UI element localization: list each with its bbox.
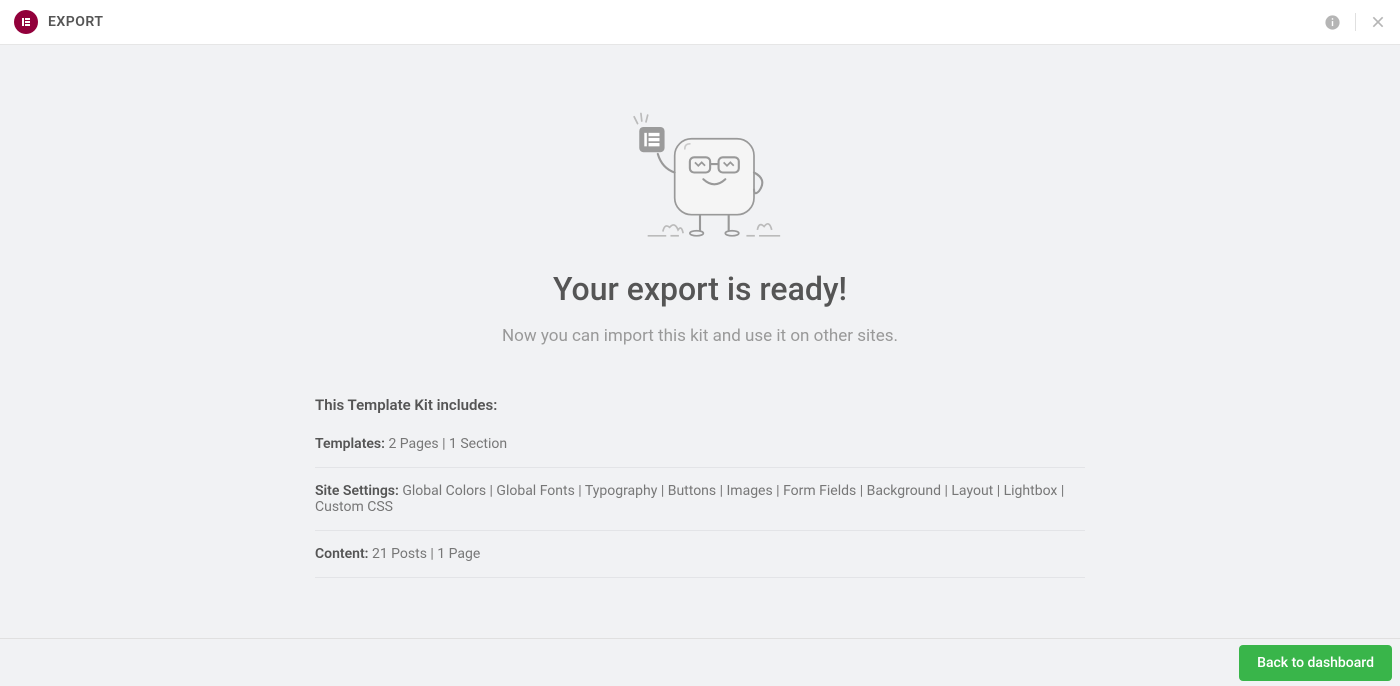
footer-bar: Back to dashboard	[0, 638, 1400, 686]
includes-value: Global Colors | Global Fonts | Typograph…	[315, 483, 1064, 515]
includes-section: This Template Kit includes: Templates: 2…	[315, 396, 1085, 578]
includes-value: 21 Posts | 1 Page	[372, 546, 480, 562]
main-heading: Your export is ready!	[315, 270, 1085, 308]
header-left: EXPORT	[14, 10, 103, 34]
includes-label: Content:	[315, 546, 368, 562]
page-title: EXPORT	[48, 14, 103, 30]
close-icon[interactable]	[1370, 14, 1386, 30]
elementor-brand-icon	[14, 10, 38, 34]
includes-label: Site Settings:	[315, 483, 399, 499]
header-bar: EXPORT	[0, 0, 1400, 45]
main-subtitle: Now you can import this kit and use it o…	[315, 326, 1085, 346]
includes-row-content: Content: 21 Posts | 1 Page	[315, 546, 1085, 578]
includes-heading: This Template Kit includes:	[315, 396, 1085, 414]
header-right	[1324, 13, 1386, 31]
includes-value: 2 Pages | 1 Section	[388, 436, 507, 452]
header-divider	[1355, 13, 1356, 31]
main-content: Your export is ready! Now you can import…	[315, 45, 1085, 578]
info-icon[interactable]	[1324, 14, 1341, 31]
export-ready-illustration	[315, 105, 1085, 240]
includes-row-site-settings: Site Settings: Global Colors | Global Fo…	[315, 483, 1085, 531]
includes-row-templates: Templates: 2 Pages | 1 Section	[315, 436, 1085, 468]
back-to-dashboard-button[interactable]: Back to dashboard	[1239, 645, 1392, 681]
includes-label: Templates:	[315, 436, 385, 452]
